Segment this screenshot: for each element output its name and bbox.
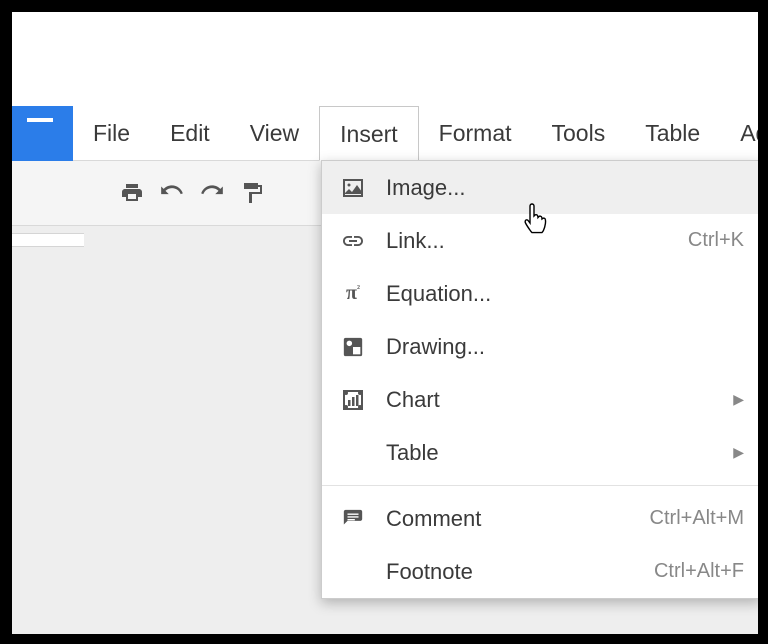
menu-format[interactable]: Format [419,106,532,161]
docs-logo[interactable] [12,106,73,161]
undo-button[interactable] [152,173,192,213]
print-icon [120,181,144,205]
dropdown-item-equation[interactable]: π² Equation... [322,267,758,320]
redo-icon [199,180,225,206]
submenu-arrow-icon: ▶ [733,444,744,461]
menu-file[interactable]: File [73,106,150,161]
menu-view[interactable]: View [230,106,319,161]
drawing-icon [338,332,368,362]
menu-addons[interactable]: Add-o [720,106,758,161]
paint-format-icon [240,181,264,205]
dropdown-shortcut: Ctrl+Alt+F [654,560,744,583]
comment-icon [338,504,368,534]
dropdown-item-label: Equation... [386,281,744,307]
titlebar-space [12,12,758,106]
dropdown-item-label: Image... [386,175,744,201]
paint-format-button[interactable] [232,173,272,213]
menu-bar: File Edit View Insert Format Tools Table… [73,106,758,161]
menu-edit[interactable]: Edit [150,106,230,161]
dropdown-item-image[interactable]: Image... [322,161,758,214]
undo-icon [159,180,185,206]
dropdown-item-footnote[interactable]: Footnote Ctrl+Alt+F [322,545,758,598]
menu-insert[interactable]: Insert [319,106,419,161]
redo-button[interactable] [192,173,232,213]
dropdown-item-table[interactable]: Table ▶ [322,426,758,479]
dropdown-item-label: Comment [386,506,650,532]
dropdown-item-label: Footnote [386,559,654,585]
dropdown-shortcut: Ctrl+K [688,229,744,252]
dropdown-item-drawing[interactable]: Drawing... [322,320,758,373]
print-button[interactable] [112,173,152,213]
dropdown-item-label: Drawing... [386,334,744,360]
dropdown-item-link[interactable]: Link... Ctrl+K [322,214,758,267]
dropdown-separator [322,485,758,486]
insert-dropdown: Image... Link... Ctrl+K π² Equation... D… [321,160,758,599]
dropdown-shortcut: Ctrl+Alt+M [650,507,744,530]
submenu-arrow-icon: ▶ [733,391,744,408]
image-icon [338,173,368,203]
footnote-icon [338,557,368,587]
ruler-fragment [12,233,84,247]
link-icon [338,226,368,256]
dropdown-item-label: Table [386,440,733,466]
dropdown-item-label: Link... [386,228,688,254]
menu-tools[interactable]: Tools [532,106,626,161]
dropdown-item-comment[interactable]: Comment Ctrl+Alt+M [322,492,758,545]
table-icon [338,438,368,468]
chart-icon [338,385,368,415]
equation-icon: π² [338,279,368,309]
dropdown-item-chart[interactable]: Chart ▶ [322,373,758,426]
dropdown-item-label: Chart [386,387,733,413]
app-window: File Edit View Insert Format Tools Table… [12,12,758,634]
menu-table[interactable]: Table [625,106,720,161]
